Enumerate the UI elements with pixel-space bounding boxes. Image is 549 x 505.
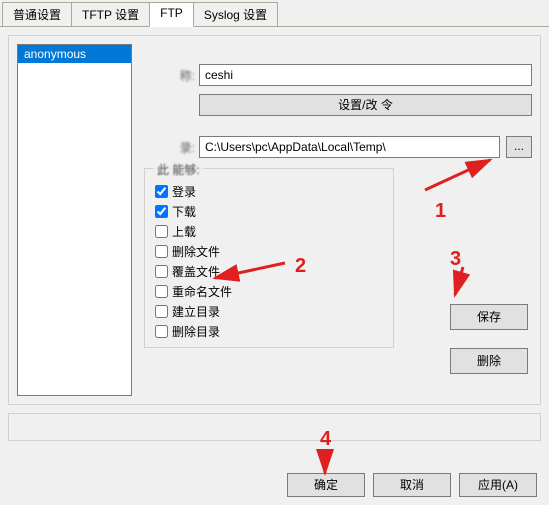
status-bar [8,413,541,441]
perm-delete-file-label: 删除文件 [172,243,220,260]
perm-download-label: 下载 [172,203,196,220]
perm-download[interactable]: 下载 [155,203,383,220]
tab-content: anonymous 称: 设置/改 令 录: ... 此 能够: 登录 [0,27,549,467]
perm-create-dir[interactable]: 建立目录 [155,303,383,320]
perm-login[interactable]: 登录 [155,183,383,200]
dialog-buttons: 确定 取消 应用(A) [287,473,537,497]
apply-button[interactable]: 应用(A) [459,473,537,497]
tab-tftp[interactable]: TFTP 设置 [71,2,150,26]
perm-delete-file[interactable]: 删除文件 [155,243,383,260]
dir-row: 录: ... [144,136,532,158]
perm-delete-dir-label: 删除目录 [172,323,220,340]
name-input[interactable] [199,64,532,86]
side-buttons: 保存 删除 [450,304,528,392]
tab-bar: 普通设置 TFTP 设置 FTP Syslog 设置 [0,0,549,27]
user-settings: 称: 设置/改 令 录: ... 此 能够: 登录 下载 [132,44,532,396]
cancel-button[interactable]: 取消 [373,473,451,497]
name-label: 称: [144,67,199,84]
perm-delete-file-checkbox[interactable] [155,245,168,258]
name-row: 称: [144,64,532,86]
set-password-button[interactable]: 设置/改 令 [199,94,532,116]
tab-ftp[interactable]: FTP [149,2,194,27]
dir-input[interactable] [199,136,500,158]
perm-rename-file[interactable]: 重命名文件 [155,283,383,300]
perm-create-dir-checkbox[interactable] [155,305,168,318]
ftp-panel: anonymous 称: 设置/改 令 录: ... 此 能够: 登录 [8,35,541,405]
perm-delete-dir-checkbox[interactable] [155,325,168,338]
ok-button[interactable]: 确定 [287,473,365,497]
delete-button[interactable]: 删除 [450,348,528,374]
perm-overwrite-file[interactable]: 覆盖文件 [155,263,383,280]
perm-rename-file-checkbox[interactable] [155,285,168,298]
perm-rename-file-label: 重命名文件 [172,283,232,300]
dir-label: 录: [144,139,199,156]
permissions-group: 此 能够: 登录 下载 上载 删除文件 [144,168,394,348]
perm-overwrite-file-label: 覆盖文件 [172,263,220,280]
tab-general[interactable]: 普通设置 [2,2,72,26]
user-item-anonymous[interactable]: anonymous [18,45,131,63]
perm-login-checkbox[interactable] [155,185,168,198]
perm-upload-label: 上载 [172,223,196,240]
perm-create-dir-label: 建立目录 [172,303,220,320]
browse-button[interactable]: ... [506,136,532,158]
perm-download-checkbox[interactable] [155,205,168,218]
perm-overwrite-file-checkbox[interactable] [155,265,168,278]
perm-upload-checkbox[interactable] [155,225,168,238]
user-list[interactable]: anonymous [17,44,132,396]
save-button[interactable]: 保存 [450,304,528,330]
perm-upload[interactable]: 上载 [155,223,383,240]
permissions-title: 此 能够: [153,161,204,178]
perm-login-label: 登录 [172,183,196,200]
tab-syslog[interactable]: Syslog 设置 [193,2,278,26]
perm-delete-dir[interactable]: 删除目录 [155,323,383,340]
